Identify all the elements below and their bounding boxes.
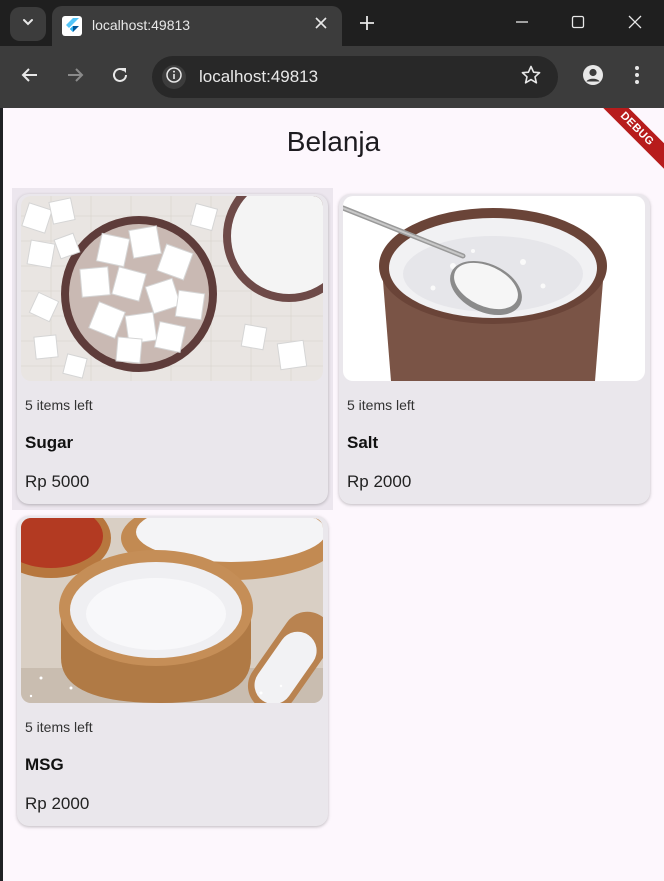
maximize-button[interactable] — [556, 6, 600, 42]
salt-bowl-image — [343, 196, 645, 381]
minimize-icon — [515, 15, 529, 34]
sugar-cubes-image — [21, 196, 323, 381]
arrow-right-icon — [66, 66, 84, 89]
stock-label: 5 items left — [25, 719, 93, 735]
arrow-left-icon — [21, 66, 39, 89]
more-vert-icon — [634, 65, 640, 90]
star-icon — [521, 65, 541, 90]
site-info-button[interactable] — [162, 65, 186, 89]
product-card-salt[interactable]: 5 items left Salt Rp 2000 — [339, 194, 650, 504]
maximize-icon — [571, 15, 585, 34]
close-icon — [315, 16, 327, 34]
stock-label: 5 items left — [25, 397, 93, 413]
back-button[interactable] — [15, 62, 45, 92]
tab-search-button[interactable] — [10, 7, 46, 41]
product-card-msg[interactable]: 5 items left MSG Rp 2000 — [17, 516, 328, 826]
account-icon — [582, 64, 604, 91]
minimize-button[interactable] — [500, 6, 544, 42]
product-name: MSG — [25, 755, 64, 774]
flutter-icon — [62, 16, 82, 36]
browser-toolbar: localhost:49813 — [0, 46, 664, 108]
product-name: Salt — [347, 433, 379, 452]
close-window-button[interactable] — [613, 6, 657, 42]
bookmark-button[interactable] — [520, 65, 542, 90]
forward-button[interactable] — [60, 62, 90, 92]
browser-menu-button[interactable] — [622, 62, 652, 92]
product-card-sugar[interactable]: 5 items left Sugar Rp 5000 — [17, 194, 328, 504]
tab-title: localhost:49813 — [92, 17, 191, 33]
close-icon — [628, 15, 642, 34]
product-name: Sugar — [25, 433, 74, 452]
chevron-down-icon — [21, 15, 35, 34]
msg-bowl-image — [21, 518, 323, 703]
app-viewport: Belanja DEBUG 5 items left Sugar Rp 5000… — [3, 108, 664, 881]
url-text[interactable]: localhost:49813 — [199, 67, 318, 87]
new-tab-button[interactable] — [352, 10, 382, 40]
plus-icon — [359, 15, 375, 36]
product-price: Rp 5000 — [25, 472, 90, 491]
close-tab-button[interactable] — [312, 16, 330, 34]
page-title: Belanja — [286, 126, 381, 157]
tab-strip: localhost:49813 — [0, 0, 664, 46]
active-tab[interactable]: localhost:49813 — [52, 6, 342, 46]
info-icon — [166, 66, 182, 88]
product-price: Rp 2000 — [25, 794, 90, 813]
reload-button[interactable] — [105, 62, 135, 92]
product-price: Rp 2000 — [347, 472, 412, 491]
stock-label: 5 items left — [347, 397, 415, 413]
reload-icon — [111, 66, 129, 89]
profile-button[interactable] — [578, 62, 608, 92]
address-bar[interactable]: localhost:49813 — [152, 56, 558, 98]
